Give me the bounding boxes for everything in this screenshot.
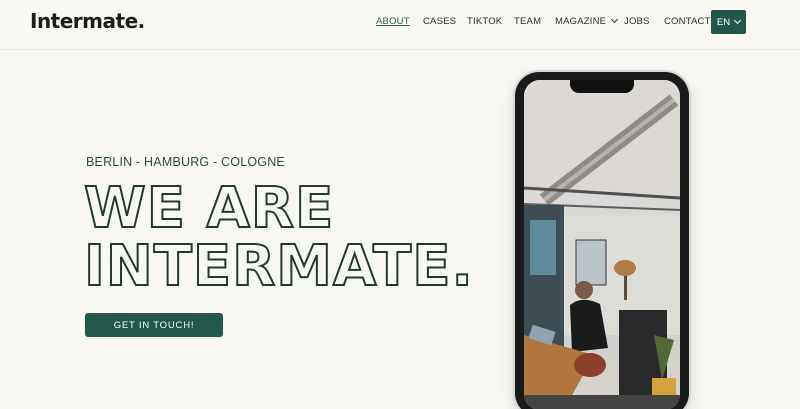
office-photo-illustration [524, 80, 680, 409]
nav-item-team[interactable]: TEAM [514, 16, 541, 27]
site-header: Intermate. ABOUT CASES TIKTOK TEAM MAGAZ… [0, 0, 800, 50]
hero-headline-line-1: WE ARE [83, 176, 335, 241]
nav-item-jobs[interactable]: JOBS [624, 16, 650, 27]
phone-mockup [515, 72, 689, 409]
language-label: EN [716, 16, 731, 28]
brand-logo[interactable]: Intermate. [30, 9, 145, 33]
hero-headline-line-2: INTERMATE. [83, 234, 474, 299]
nav-item-cases[interactable]: CASES [423, 16, 456, 27]
get-in-touch-button[interactable]: GET IN TOUCH! [85, 313, 223, 337]
hero-headline: WE ARE INTERMATE. [83, 176, 474, 299]
hero-subtitle: BERLIN - HAMBURG - COLOGNE [86, 155, 285, 169]
language-selector[interactable]: EN [711, 10, 746, 34]
phone-notch [570, 80, 634, 93]
chevron-down-icon [611, 15, 619, 24]
nav-item-tiktok[interactable]: TIKTOK [467, 16, 502, 27]
nav-item-magazine-label: MAGAZINE [555, 16, 607, 27]
nav-item-contact[interactable]: CONTACT [664, 16, 711, 27]
chevron-down-icon [734, 16, 742, 24]
phone-video-screen [524, 80, 680, 409]
nav-item-magazine[interactable]: MAGAZINE [555, 15, 619, 27]
nav-item-about[interactable]: ABOUT [376, 16, 410, 27]
